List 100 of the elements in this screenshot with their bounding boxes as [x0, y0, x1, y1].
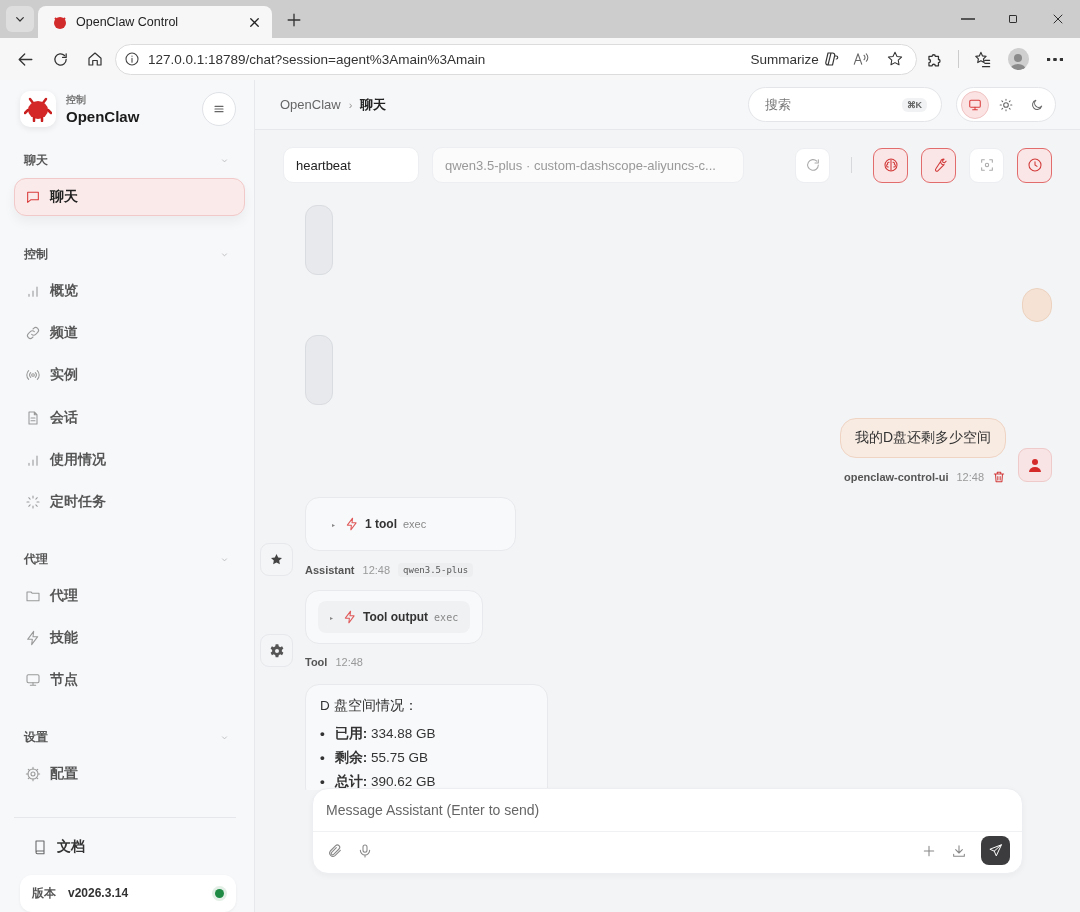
moon-icon: [1030, 97, 1044, 112]
favicon-icon: [52, 14, 68, 30]
list-item: 剩余: 55.75 GB: [334, 749, 429, 767]
brand-name: OpenClaw: [66, 108, 141, 125]
sidebar-item[interactable]: 会话: [14, 398, 245, 437]
sidebar-item[interactable]: 实例: [14, 356, 245, 394]
bullet-marker: •: [320, 773, 325, 790]
focus-button[interactable]: [969, 147, 1004, 183]
message-heading: D 盘空间情况：: [320, 697, 419, 715]
refresh-button[interactable]: [795, 147, 830, 183]
empty-bubble: [305, 335, 333, 405]
microphone-icon: [357, 842, 373, 859]
empty-bubble: [305, 205, 333, 275]
empty-bubble: [1022, 288, 1052, 322]
timestamp: 12:48: [956, 471, 984, 483]
attach-button[interactable]: [327, 842, 343, 859]
settings-icon: [25, 766, 41, 782]
reload-icon: [51, 50, 69, 68]
loader-icon: [25, 494, 41, 511]
send-icon: [988, 843, 1003, 858]
sender-name: openclaw-control-ui: [843, 471, 949, 483]
send-button[interactable]: [981, 836, 1010, 865]
message-composer[interactable]: Message Assistant (Enter to send): [312, 788, 1023, 874]
book-icon: [32, 839, 48, 856]
trash-icon: [992, 470, 1006, 484]
docs-link[interactable]: 文档: [14, 827, 244, 867]
version-number: v2026.3.14: [68, 886, 130, 901]
more-icon: [1046, 57, 1063, 61]
list-item: 总计: 390.62 GB: [334, 773, 436, 790]
section-title: 代理: [24, 550, 48, 568]
sun-icon: [999, 97, 1013, 112]
document-icon: [25, 409, 41, 426]
sidebar-item[interactable]: 概览: [14, 272, 245, 310]
download-button[interactable]: [951, 842, 967, 859]
monitor-icon: [968, 97, 982, 112]
theme-button[interactable]: [961, 90, 989, 119]
tab-list-button[interactable]: [6, 6, 34, 32]
shortcut-badge: ⌘K: [901, 97, 927, 112]
breadcrumb-separator: ›: [348, 98, 353, 111]
timestamp: 12:48: [362, 564, 391, 576]
monitor-icon: [25, 672, 41, 689]
search-input[interactable]: 搜索: [763, 96, 896, 113]
sidebar-item[interactable]: 配置: [14, 755, 245, 793]
minimize-icon: [960, 18, 975, 20]
page-title: 聊天: [360, 95, 387, 114]
section-title: 控制: [24, 245, 48, 263]
search-field[interactable]: 搜索 ⌘K: [748, 87, 942, 122]
sidebar-item[interactable]: 聊天: [14, 178, 245, 216]
sidebar-item[interactable]: 节点: [14, 661, 245, 699]
tab-title: OpenClaw Control: [76, 15, 180, 29]
brand-caption: 控制: [66, 93, 87, 107]
sidebar-item[interactable]: 定时任务: [14, 483, 245, 521]
menu-button[interactable]: [202, 92, 236, 126]
microphone-button[interactable]: [357, 842, 373, 859]
address-bar[interactable]: 127.0.0.1:18789/chat?session=agent%3Amain%3Amain Summarize: [114, 43, 917, 75]
version-label: 版本: [32, 884, 56, 902]
brain-icon: [882, 157, 899, 173]
section-title: 聊天: [24, 152, 48, 170]
delete-button[interactable]: [992, 470, 1006, 484]
favorites-icon: [972, 49, 992, 69]
sidebar-item[interactable]: 技能: [14, 619, 245, 657]
gear-icon: [268, 642, 285, 659]
profile-avatar[interactable]: [1007, 48, 1030, 70]
browser-tab[interactable]: OpenClaw Control: [38, 6, 272, 38]
clock-icon: [1026, 157, 1043, 173]
focus-icon: [978, 157, 995, 173]
list-item: 已用: 334.88 GB: [334, 725, 436, 743]
timestamp: 12:48: [335, 656, 363, 668]
paperclip-icon: [327, 842, 343, 859]
lightning-icon: [25, 630, 41, 647]
info-icon: [123, 51, 140, 67]
wrench-button[interactable]: [921, 147, 956, 183]
message-bubble: 我的D盘还剩多少空间: [839, 418, 1006, 458]
breadcrumb-link[interactable]: OpenClaw: [280, 97, 341, 112]
sidebar-item[interactable]: 代理: [14, 577, 245, 615]
message-input[interactable]: Message Assistant (Enter to send): [313, 789, 1022, 832]
refresh-icon: [804, 157, 821, 173]
sender-name: Tool: [305, 656, 328, 668]
sender-name: Assistant: [305, 564, 355, 576]
lightning-icon: [343, 610, 357, 624]
read-aloud-icon: [851, 50, 870, 68]
summarize-button[interactable]: Summarize: [750, 50, 840, 68]
brain-button[interactable]: [873, 147, 908, 183]
star-icon: [269, 552, 284, 567]
sidebar-item[interactable]: 使用情况: [14, 441, 245, 479]
link-icon: [25, 325, 41, 342]
home-icon: [86, 50, 105, 68]
chat-icon: [25, 189, 41, 206]
star-icon: [885, 50, 904, 68]
session-field[interactable]: heartbeat: [283, 147, 419, 183]
bullet-marker: •: [320, 749, 325, 767]
download-icon: [951, 842, 967, 859]
sidebar-item[interactable]: 频道: [14, 314, 245, 352]
model-tag: qwen3.5-plus: [398, 563, 474, 577]
lightning-icon: [345, 517, 359, 531]
bullet-marker: •: [320, 725, 325, 743]
section-title: 设置: [24, 729, 48, 747]
person-icon: [1028, 458, 1042, 472]
clock-button[interactable]: [1017, 147, 1052, 183]
url-text: 127.0.0.1:18789/chat?session=agent%3Amain%3Amain: [147, 51, 487, 67]
